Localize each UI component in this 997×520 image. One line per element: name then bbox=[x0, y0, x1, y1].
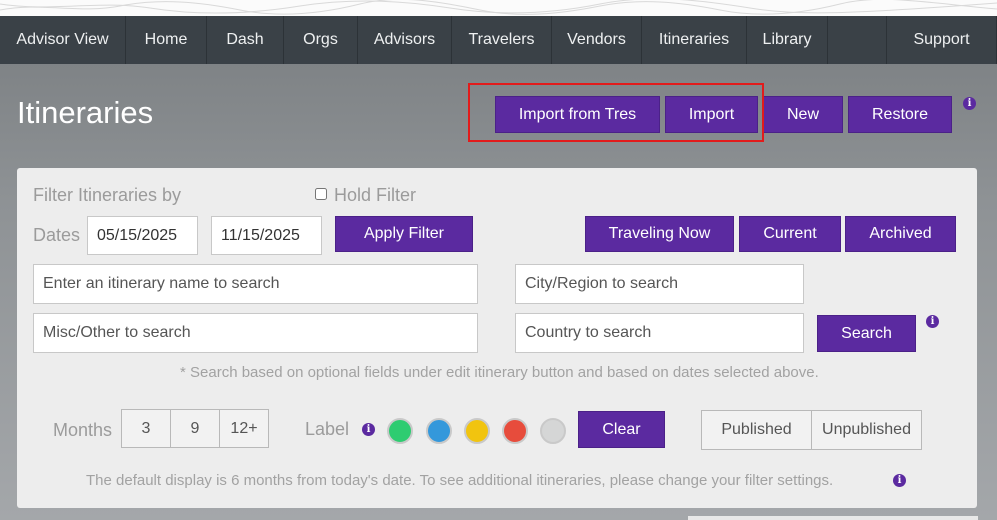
hold-filter-checkbox[interactable] bbox=[315, 188, 327, 200]
new-button[interactable]: New bbox=[763, 96, 843, 133]
nav-home[interactable]: Home bbox=[126, 16, 207, 64]
nav-advisor-view[interactable]: Advisor View bbox=[0, 16, 126, 64]
label-red-swatch[interactable] bbox=[502, 418, 528, 444]
months-9-button[interactable]: 9 bbox=[170, 409, 220, 448]
nav-orgs[interactable]: Orgs bbox=[284, 16, 358, 64]
import-button[interactable]: Import bbox=[665, 96, 758, 133]
nav-spacer bbox=[828, 16, 887, 64]
country-search-input[interactable] bbox=[515, 313, 804, 353]
restore-button[interactable]: Restore bbox=[848, 96, 952, 133]
months-12plus-button[interactable]: 12+ bbox=[219, 409, 269, 448]
filter-heading: Filter Itineraries by bbox=[33, 185, 182, 205]
end-date-input[interactable] bbox=[211, 216, 322, 255]
nav-library[interactable]: Library bbox=[747, 16, 828, 64]
label-info-icon[interactable]: i bbox=[362, 423, 375, 436]
start-date-input[interactable] bbox=[87, 216, 198, 255]
default-display-note: The default display is 6 months from tod… bbox=[86, 472, 834, 489]
apply-filter-button[interactable]: Apply Filter bbox=[335, 216, 473, 252]
label-label: Label bbox=[305, 419, 350, 439]
nav-advisors[interactable]: Advisors bbox=[358, 16, 452, 64]
clear-button[interactable]: Clear bbox=[578, 411, 665, 448]
dates-label: Dates bbox=[33, 225, 81, 245]
nav-travelers[interactable]: Travelers bbox=[452, 16, 552, 64]
search-info-icon[interactable]: i bbox=[926, 315, 939, 328]
search-button[interactable]: Search bbox=[817, 315, 916, 352]
header-info-icon[interactable]: i bbox=[963, 97, 976, 110]
page-title: Itineraries bbox=[17, 95, 154, 130]
current-button[interactable]: Current bbox=[739, 216, 841, 252]
months-label: Months bbox=[53, 420, 113, 440]
top-navigation: Advisor View Home Dash Orgs Advisors Tra… bbox=[0, 16, 997, 64]
unpublished-button[interactable]: Unpublished bbox=[811, 410, 922, 450]
nav-dash[interactable]: Dash bbox=[207, 16, 284, 64]
traveling-now-button[interactable]: Traveling Now bbox=[585, 216, 734, 252]
label-green-swatch[interactable] bbox=[387, 418, 413, 444]
search-note: * Search based on optional fields under … bbox=[180, 364, 819, 381]
header-banner bbox=[0, 0, 997, 16]
results-panel-edge bbox=[688, 516, 978, 520]
misc-other-search-input[interactable] bbox=[33, 313, 478, 353]
label-blue-swatch[interactable] bbox=[426, 418, 452, 444]
nav-itineraries[interactable]: Itineraries bbox=[642, 16, 747, 64]
import-from-tres-button[interactable]: Import from Tres bbox=[495, 96, 660, 133]
city-region-search-input[interactable] bbox=[515, 264, 804, 304]
archived-button[interactable]: Archived bbox=[845, 216, 956, 252]
hold-filter-label: Hold Filter bbox=[334, 185, 417, 205]
label-gray-swatch[interactable] bbox=[540, 418, 566, 444]
published-button[interactable]: Published bbox=[701, 410, 812, 450]
nav-vendors[interactable]: Vendors bbox=[552, 16, 642, 64]
itinerary-name-search-input[interactable] bbox=[33, 264, 478, 304]
label-yellow-swatch[interactable] bbox=[464, 418, 490, 444]
nav-support[interactable]: Support bbox=[887, 16, 997, 64]
default-note-info-icon[interactable]: i bbox=[893, 474, 906, 487]
months-3-button[interactable]: 3 bbox=[121, 409, 171, 448]
